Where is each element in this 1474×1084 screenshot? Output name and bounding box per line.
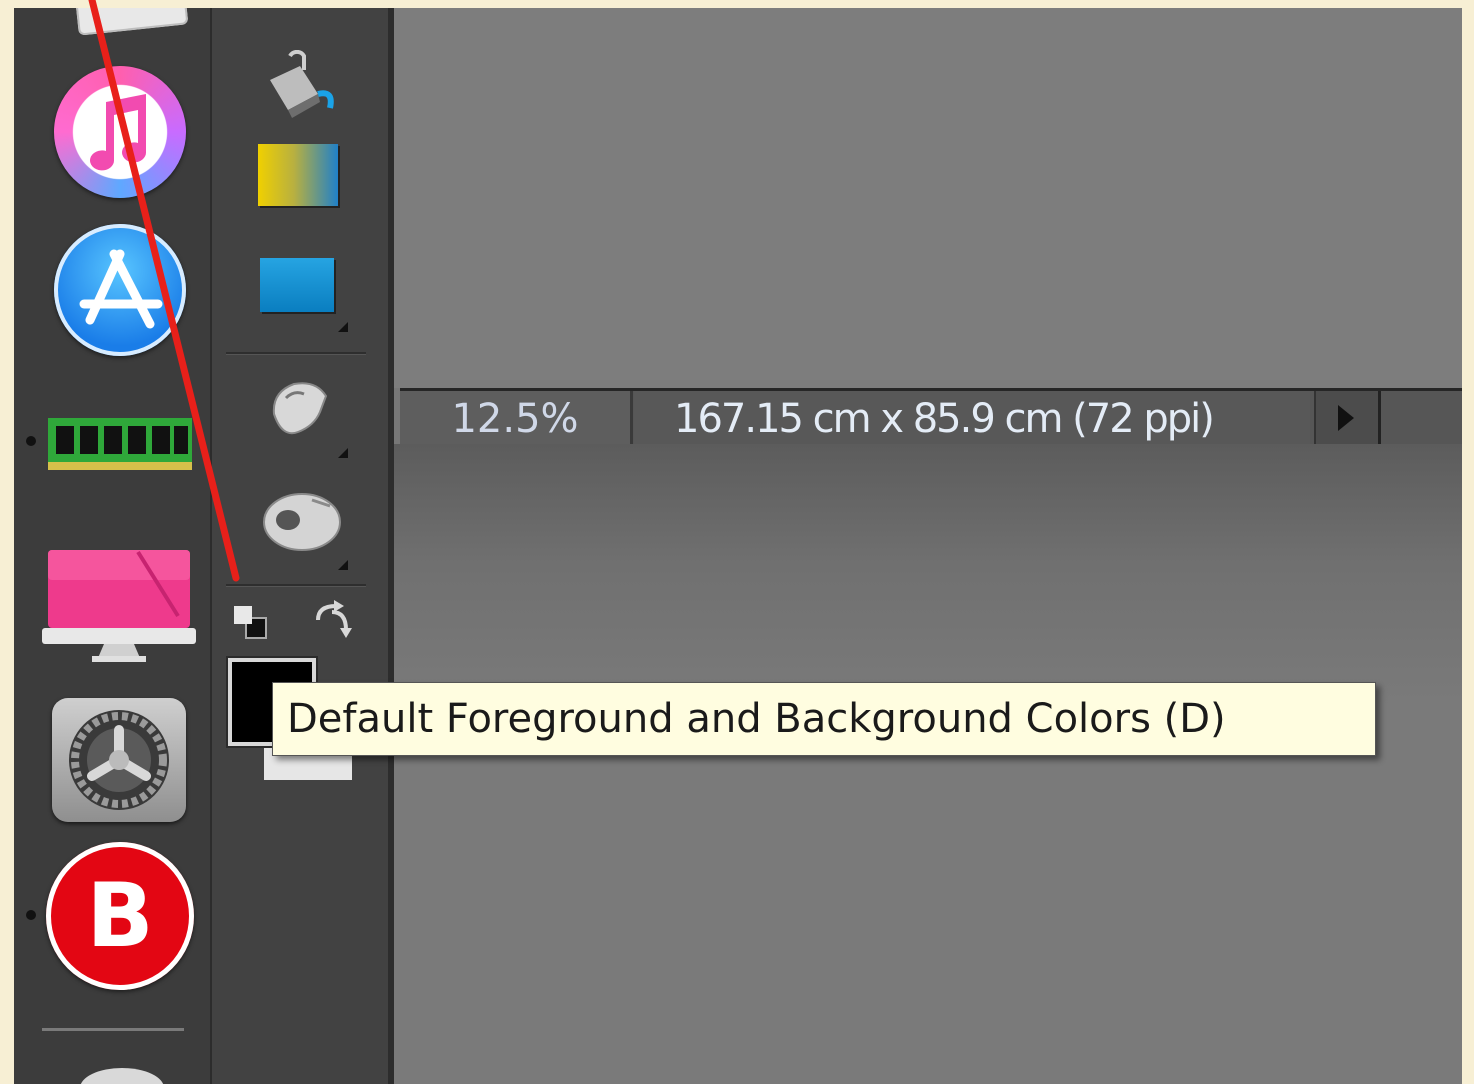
- smudge-tool[interactable]: [264, 374, 336, 452]
- tools-panel: [212, 8, 394, 1084]
- document-info: 167.15 cm x 85.9 cm (72 ppi): [634, 391, 1310, 447]
- itunes-icon[interactable]: [54, 66, 186, 198]
- gradient-icon[interactable]: [258, 144, 338, 206]
- imac-display-icon: [42, 550, 196, 662]
- paint-bucket-tool[interactable]: [260, 49, 340, 126]
- document-size-text: 167.15 cm x 85.9 cm (72 ppi): [674, 396, 1215, 442]
- swap-colors-icon: [316, 600, 352, 638]
- app-store-a-icon: [79, 249, 163, 329]
- flyout-arrow-icon: [338, 448, 348, 458]
- running-indicator: [26, 910, 36, 920]
- bitdefender-letter: B: [86, 864, 154, 967]
- paint-bucket-icon: [270, 49, 334, 118]
- dock-separator: [42, 1028, 184, 1031]
- hand-tool[interactable]: [258, 486, 344, 560]
- dock-item-partial-bottom[interactable]: [80, 1068, 164, 1084]
- tooltip: Default Foreground and Background Colors…: [272, 682, 1376, 756]
- tooltip-text: Default Foreground and Background Colors…: [287, 696, 1226, 742]
- hand-icon: [263, 493, 341, 551]
- music-note-icon: [90, 94, 147, 171]
- dock-item-partial-top[interactable]: [73, 8, 189, 36]
- default-colors-icon: [234, 606, 267, 639]
- canvas-area: 12.5% 167.15 cm x 85.9 cm (72 ppi): [394, 8, 1462, 1084]
- document-canvas[interactable]: [394, 8, 1462, 388]
- zoom-field[interactable]: 12.5%: [400, 391, 633, 447]
- tools-divider: [226, 352, 366, 355]
- app-store-icon[interactable]: [54, 224, 186, 356]
- pasteboard: [394, 444, 1462, 1084]
- flyout-arrow-icon: [338, 560, 348, 570]
- screenshot-frame: B 12.5% 167.15 cm x 85.9 cm (72 ppi): [14, 8, 1462, 1084]
- swap-colors-button[interactable]: [310, 598, 354, 646]
- status-menu-button[interactable]: [1314, 391, 1381, 447]
- running-indicator: [26, 436, 36, 446]
- zoom-level: 12.5%: [451, 396, 579, 442]
- memory-module-icon: [48, 418, 192, 470]
- default-colors-button[interactable]: [232, 604, 272, 648]
- macos-dock: B: [14, 8, 212, 1084]
- cleanmymac-icon[interactable]: [42, 546, 196, 666]
- ram-icon[interactable]: [48, 414, 192, 472]
- shape-icon[interactable]: [260, 258, 334, 312]
- triangle-right-icon: [1338, 405, 1354, 431]
- gear-icon: [69, 710, 169, 810]
- flyout-arrow-icon: [338, 322, 348, 332]
- smudge-icon: [272, 382, 328, 435]
- bitdefender-icon[interactable]: B: [46, 842, 194, 990]
- system-preferences-icon[interactable]: [52, 698, 186, 822]
- status-bar: 12.5% 167.15 cm x 85.9 cm (72 ppi): [400, 388, 1462, 447]
- tools-divider: [226, 584, 366, 587]
